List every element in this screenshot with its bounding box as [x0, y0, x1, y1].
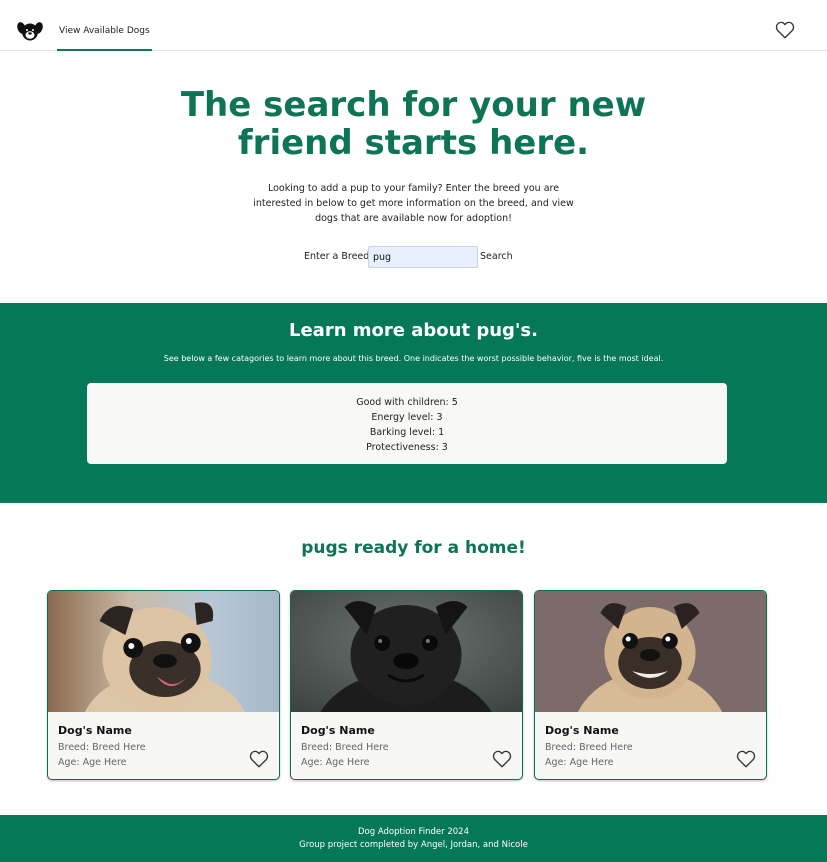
heart-outline-icon[interactable]: [249, 750, 269, 768]
top-nav: View Available Dogs: [0, 0, 827, 51]
breed-info-subtitle: See below a few catagories to learn more…: [163, 354, 664, 363]
dog-photo: [535, 591, 766, 712]
dog-card-list: Dog's Name Breed: Breed Here Age: Age He…: [0, 590, 827, 780]
dog-card[interactable]: Dog's Name Breed: Breed Here Age: Age He…: [534, 590, 767, 780]
page-title: The search for your new friend starts he…: [0, 86, 827, 162]
heart-outline-icon[interactable]: [775, 21, 795, 39]
dog-card[interactable]: Dog's Name Breed: Breed Here Age: Age He…: [290, 590, 523, 780]
dog-breed: Breed: Breed Here: [545, 742, 633, 753]
dog-photo: [291, 591, 522, 712]
dog-photo: [48, 591, 279, 712]
footer-title: Dog Adoption Finder 2024: [358, 827, 469, 837]
dog-name: Dog's Name: [58, 724, 132, 737]
dog-name: Dog's Name: [545, 724, 619, 737]
breed-traits-panel: Good with children: 5 Energy level: 3 Ba…: [87, 383, 727, 464]
heart-outline-icon[interactable]: [492, 750, 512, 768]
page-footer: Dog Adoption Finder 2024 Group project c…: [0, 815, 827, 862]
trait-good-with-children: Good with children: 5: [356, 397, 458, 408]
breed-info-title: Learn more about pug's.: [289, 320, 538, 341]
trait-barking-level: Barking level: 1: [369, 427, 445, 438]
breed-info-section: Learn more about pug's. See below a few …: [0, 303, 827, 503]
title-line-1: The search for your new: [180, 85, 647, 125]
trait-protectiveness: Protectiveness: 3: [366, 442, 448, 453]
hero-description: Looking to add a pup to your family? Ent…: [253, 183, 574, 224]
search-button[interactable]: Search: [480, 251, 513, 262]
dog-breed: Breed: Breed Here: [301, 742, 389, 753]
breed-search-form: Enter a Breed: Search: [0, 246, 827, 268]
dog-card[interactable]: Dog's Name Breed: Breed Here Age: Age He…: [47, 590, 280, 780]
footer-credits: Group project completed by Angel, Jordan…: [299, 840, 528, 850]
available-dogs-title: pugs ready for a home!: [301, 538, 526, 558]
breed-input-label: Enter a Breed:: [304, 251, 373, 262]
dog-age: Age: Age Here: [58, 757, 127, 768]
heart-outline-icon[interactable]: [736, 750, 756, 768]
breed-search-input[interactable]: [368, 246, 478, 268]
dog-face-icon[interactable]: [17, 20, 43, 42]
nav-view-dogs-link[interactable]: View Available Dogs: [57, 0, 152, 51]
title-line-2: friend starts here.: [237, 123, 590, 163]
trait-energy-level: Energy level: 3: [371, 412, 443, 423]
dog-age: Age: Age Here: [545, 757, 614, 768]
dog-breed: Breed: Breed Here: [58, 742, 146, 753]
dog-age: Age: Age Here: [301, 757, 370, 768]
dog-name: Dog's Name: [301, 724, 375, 737]
